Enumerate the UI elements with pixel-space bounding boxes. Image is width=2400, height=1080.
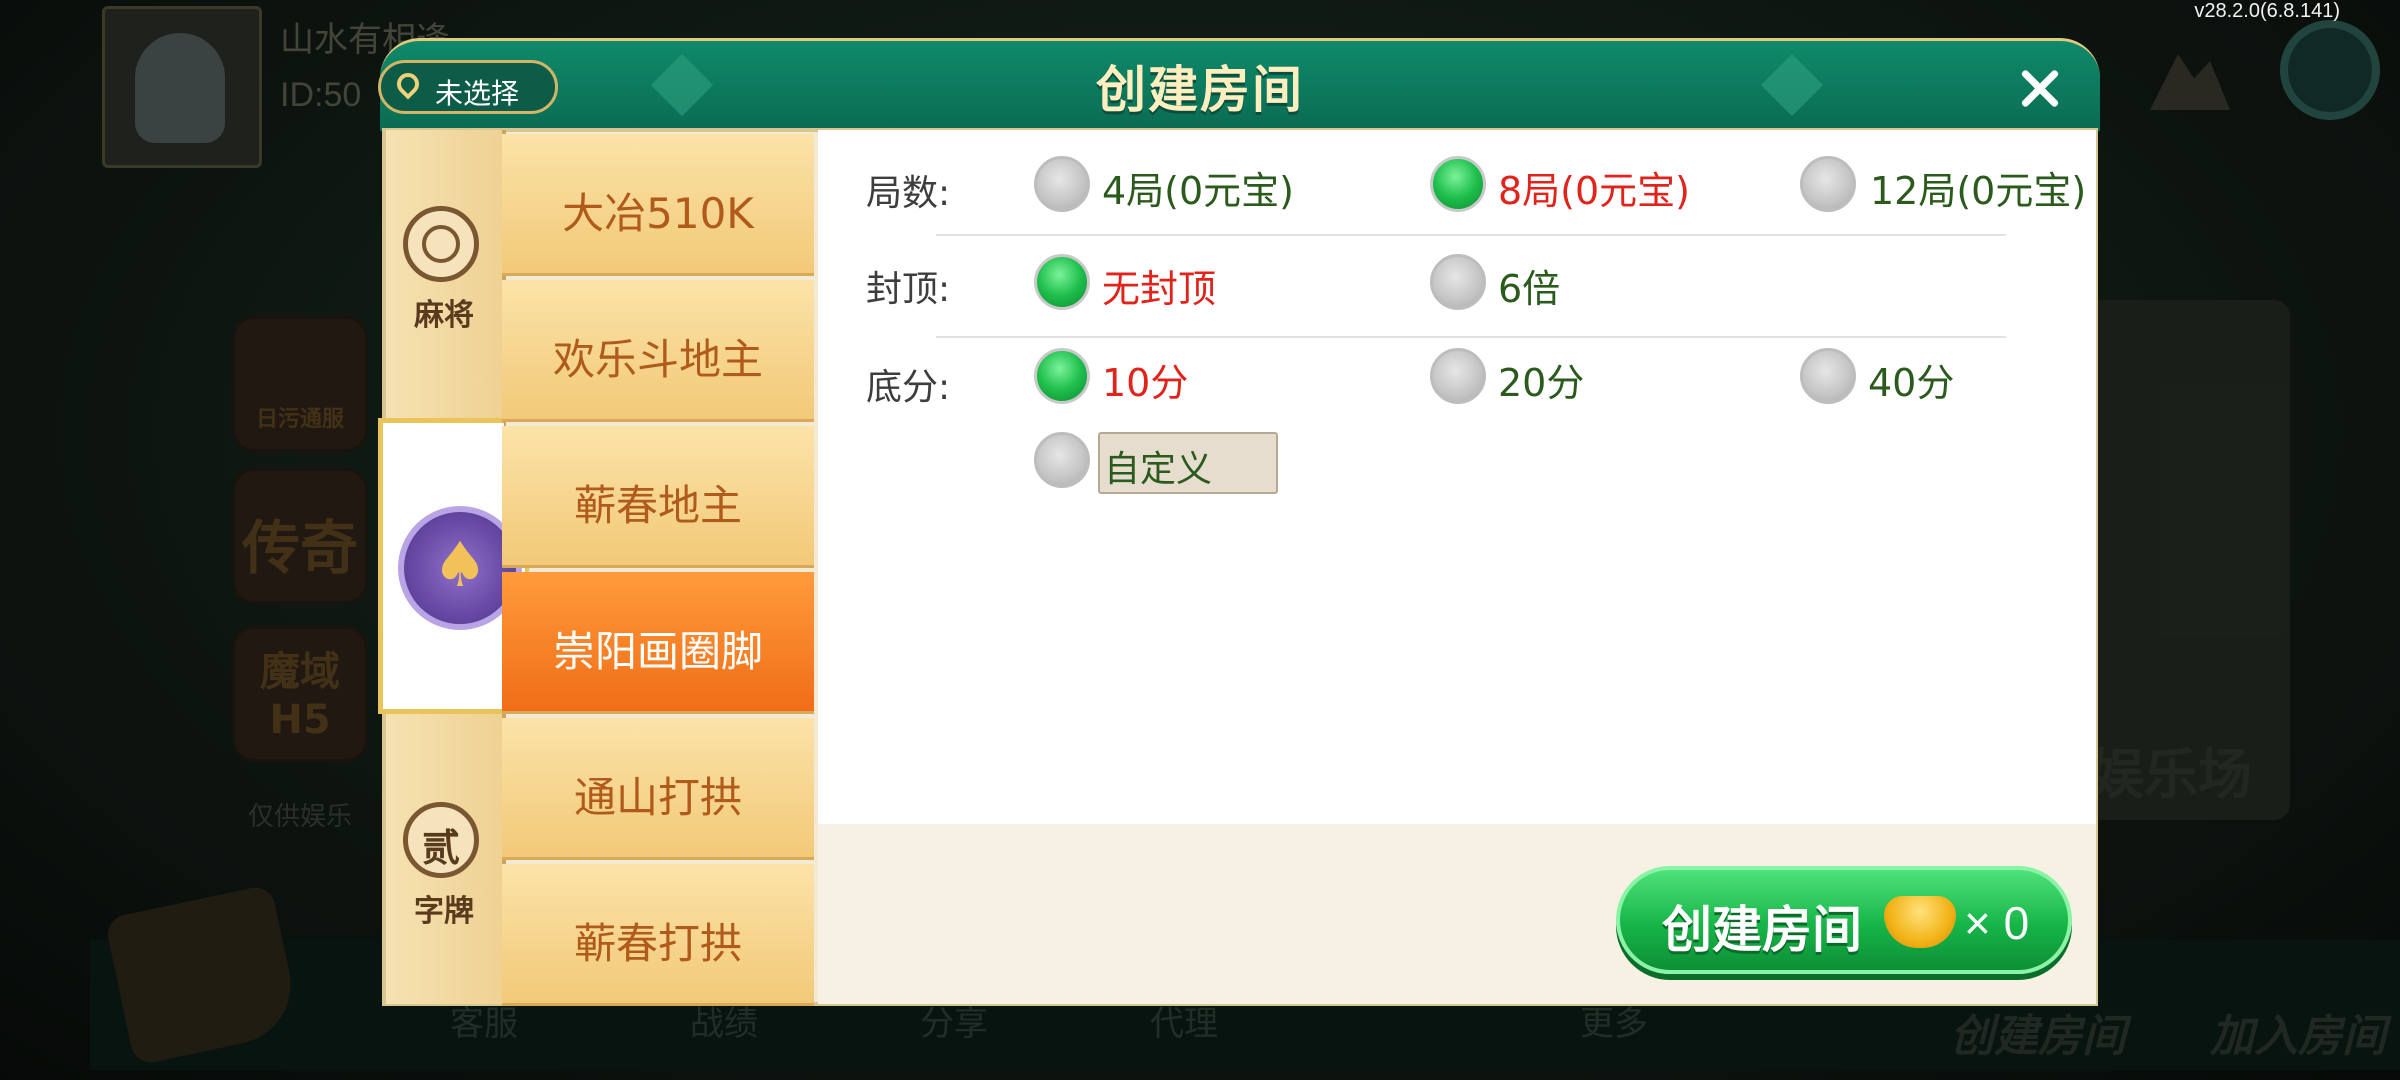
base-score-option[interactable]: 20分	[1498, 352, 1584, 407]
rounds-option[interactable]: 4局(0元宝)	[1102, 160, 1294, 215]
flower-icon-center	[422, 225, 460, 263]
game-item[interactable]: 蕲春打拱	[502, 864, 814, 1006]
base-score-radio[interactable]	[1430, 348, 1486, 404]
location-label: 未选择	[435, 77, 520, 110]
rounds-option[interactable]: 8局(0元宝)	[1498, 160, 1690, 215]
location-pin-icon	[392, 68, 424, 100]
custom-score-radio[interactable]	[1034, 432, 1090, 488]
create-room-label: 创建房间	[1662, 901, 1862, 959]
game-item-label: 欢乐斗地主	[552, 335, 763, 384]
spade-glyph: ♠	[432, 528, 488, 601]
custom-score-field[interactable]: 自定义	[1098, 432, 1278, 494]
tab-zipai[interactable]: 贰 字牌	[386, 802, 502, 932]
game-item-label: 蕲春地主	[573, 481, 742, 530]
room-cost: × 0	[1964, 897, 2030, 949]
gold-ingot-icon	[1884, 896, 1956, 948]
game-item[interactable]: 大冶510K	[502, 134, 814, 276]
er-character-icon: 贰	[403, 802, 479, 878]
game-list: 大冶510K 欢乐斗地主 蕲春地主 崇阳画圈脚 通山打拱 蕲春打拱	[502, 134, 814, 1006]
close-button[interactable]	[2010, 58, 2070, 118]
version-label: v28.2.0(6.8.141)	[2194, 0, 2340, 22]
game-item-label: 通山打拱	[573, 773, 742, 822]
tab-mahjong[interactable]: 麻将	[386, 206, 502, 336]
cap-option[interactable]: 6倍	[1498, 258, 1560, 313]
game-item[interactable]: 通山打拱	[502, 718, 814, 860]
create-room-button[interactable]: 创建房间 × 0	[1616, 866, 2072, 974]
row-divider	[936, 234, 2006, 236]
game-item-label: 蕲春打拱	[573, 919, 742, 968]
rounds-radio[interactable]	[1430, 156, 1486, 212]
rounds-radio[interactable]	[1034, 156, 1090, 212]
base-score-option[interactable]: 10分	[1102, 352, 1188, 407]
cap-label: 封顶:	[866, 269, 951, 310]
flower-icon	[403, 206, 479, 282]
game-item-label: 大冶510K	[562, 189, 754, 238]
row-divider	[936, 336, 2006, 338]
game-item[interactable]: 蕲春地主	[502, 426, 814, 568]
tab-mahjong-label: 麻将	[414, 298, 474, 333]
cap-radio[interactable]	[1034, 254, 1090, 310]
game-item-label: 崇阳画圈脚	[552, 627, 763, 676]
base-score-option[interactable]: 40分	[1868, 352, 1954, 407]
rounds-option[interactable]: 12局(0元宝)	[1870, 160, 2086, 215]
base-score-radio[interactable]	[1800, 348, 1856, 404]
rounds-label: 局数:	[866, 173, 951, 214]
er-character-glyph: 贰	[421, 826, 460, 870]
game-item-active[interactable]: 崇阳画圈脚	[502, 572, 814, 714]
base-score-radio[interactable]	[1034, 348, 1090, 404]
rounds-radio[interactable]	[1800, 156, 1856, 212]
cap-radio[interactable]	[1430, 254, 1486, 310]
tab-zipai-label: 字牌	[414, 894, 474, 929]
cap-option[interactable]: 无封顶	[1102, 258, 1216, 313]
location-selector[interactable]: 未选择	[378, 60, 558, 114]
base-score-label: 底分:	[866, 367, 951, 408]
game-item[interactable]: 欢乐斗地主	[502, 280, 814, 422]
